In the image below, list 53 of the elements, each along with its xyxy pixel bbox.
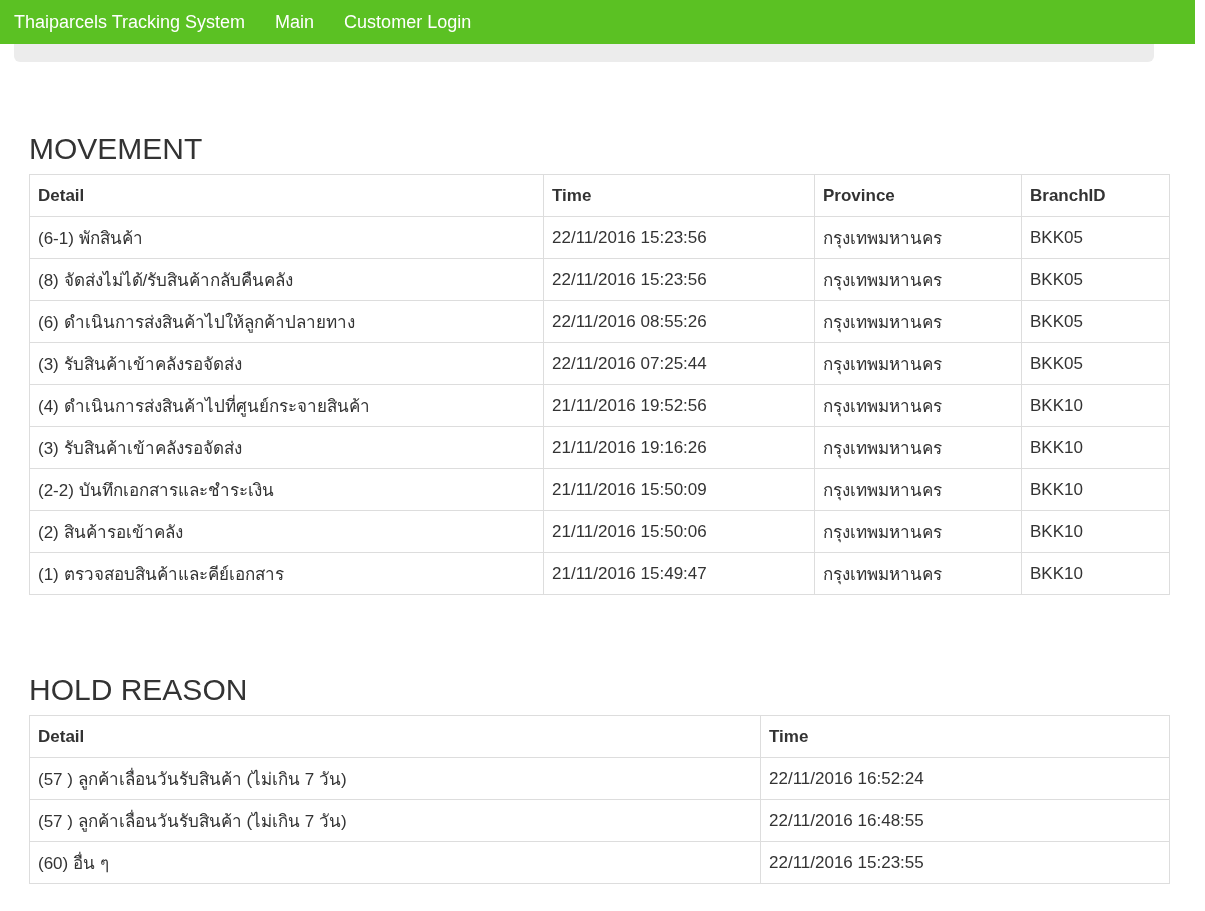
brand-link[interactable]: Thaiparcels Tracking System [14,11,246,33]
table-cell: (1) ตรวจสอบสินค้าและคีย์เอกสาร [29,552,544,595]
table-cell: 22/11/2016 16:52:24 [760,757,1170,800]
table-cell: กรุงเทพมหานคร [814,552,1022,595]
table-cell: BKK05 [1021,342,1170,385]
nav-link[interactable]: Main [275,11,315,33]
table-cell: (60) อื่น ๆ [29,841,761,884]
table-cell: 21/11/2016 15:50:09 [543,468,815,511]
table-cell: 22/11/2016 08:55:26 [543,300,815,343]
table-cell: 22/11/2016 15:23:56 [543,216,815,259]
table-cell: 22/11/2016 15:23:56 [543,258,815,301]
column-header: Detail [29,715,761,758]
table-cell: (2-2) บันทึกเอกสารและชำระเงิน [29,468,544,511]
table-cell: (6) ดำเนินการส่งสินค้าไปให้ลูกค้าปลายทาง [29,300,544,343]
table-cell: 22/11/2016 07:25:44 [543,342,815,385]
table-cell: (2) สินค้ารอเข้าคลัง [29,510,544,553]
table-cell: (3) รับสินค้าเข้าคลังรอจัดส่ง [29,342,544,385]
table-cell: (4) ดำเนินการส่งสินค้าไปที่ศูนย์กระจายสินค้า [29,384,544,427]
table-cell: BKK05 [1021,258,1170,301]
table-cell: กรุงเทพมหานคร [814,258,1022,301]
table-cell: 22/11/2016 16:48:55 [760,799,1170,842]
column-header: Province [814,174,1022,217]
table-cell: กรุงเทพมหานคร [814,342,1022,385]
column-header: BranchID [1021,174,1170,217]
section-heading: HOLD REASON [29,673,249,707]
table-cell: กรุงเทพมหานคร [814,300,1022,343]
table-cell: กรุงเทพมหานคร [814,510,1022,553]
table-cell: BKK10 [1021,510,1170,553]
table-cell: BKK10 [1021,552,1170,595]
column-header: Time [760,715,1170,758]
table-cell: กรุงเทพมหานคร [814,426,1022,469]
column-header: Time [543,174,815,217]
column-header: Detail [29,174,544,217]
table-cell: 21/11/2016 19:16:26 [543,426,815,469]
table-cell: (8) จัดส่งไม่ได้/รับสินค้ากลับคืนคลัง [29,258,544,301]
table-cell: (3) รับสินค้าเข้าคลังรอจัดส่ง [29,426,544,469]
table-cell: BKK10 [1021,426,1170,469]
table-cell: 21/11/2016 15:49:47 [543,552,815,595]
table-cell: (6-1) พักสินค้า [29,216,544,259]
table-cell: 22/11/2016 15:23:55 [760,841,1170,884]
table-cell: กรุงเทพมหานคร [814,216,1022,259]
table-cell: BKK10 [1021,384,1170,427]
table-cell: BKK10 [1021,468,1170,511]
table-cell: 21/11/2016 15:50:06 [543,510,815,553]
table-cell: กรุงเทพมหานคร [814,468,1022,511]
table-cell: 21/11/2016 19:52:56 [543,384,815,427]
table-cell: BKK05 [1021,216,1170,259]
table-cell: กรุงเทพมหานคร [814,384,1022,427]
table-cell: (57 ) ลูกค้าเลื่อนวันรับสินค้า (ไม่เกิน 7 วัน) [29,799,761,842]
section-heading: MOVEMENT [29,132,204,166]
table-cell: BKK05 [1021,300,1170,343]
nav-link[interactable]: Customer Login [344,11,472,33]
table-cell: (57 ) ลูกค้าเลื่อนวันรับสินค้า (ไม่เกิน 7 วัน) [29,757,761,800]
